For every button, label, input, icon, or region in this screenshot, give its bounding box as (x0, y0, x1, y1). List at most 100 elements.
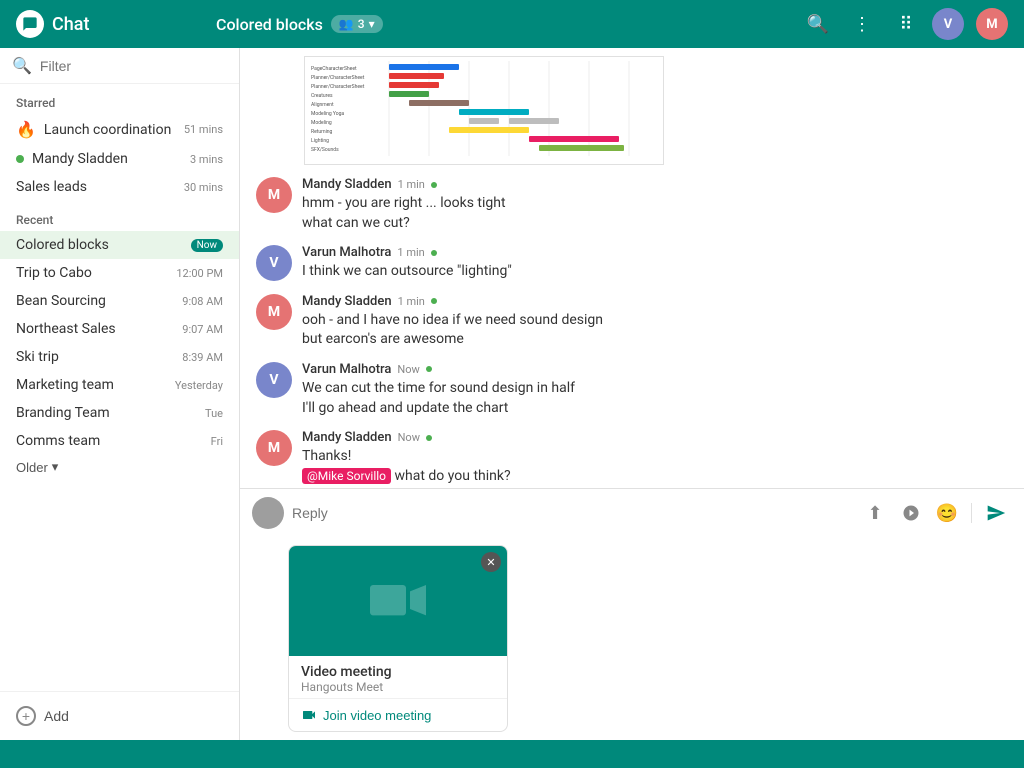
user-avatar[interactable]: M (976, 8, 1008, 40)
mandy-time: 3 mins (190, 153, 223, 166)
gantt-svg: PageCharacterSheet Planner/CharacterShee… (309, 61, 667, 156)
filter-input[interactable] (40, 58, 227, 74)
message-time-4: Now (397, 363, 419, 376)
attach-button[interactable]: ⬆ (859, 497, 891, 529)
sidebar-item-ski[interactable]: Ski trip 8:39 AM (0, 343, 239, 371)
chat-messages: PageCharacterSheet Planner/CharacterShee… (240, 48, 1024, 488)
send-button[interactable] (980, 497, 1012, 529)
sidebar: 🔍 Starred 🔥 Launch coordination 51 mins … (0, 48, 240, 740)
mandy-online-dot (16, 155, 24, 163)
chat-area: PageCharacterSheet Planner/CharacterShee… (240, 48, 1024, 740)
message-text-3b: but earcon's are awesome (302, 330, 1008, 350)
sidebar-item-marketing[interactable]: Marketing team Yesterday (0, 371, 239, 399)
reply-user-avatar (252, 497, 284, 529)
sidebar-item-bean[interactable]: Bean Sourcing 9:08 AM (0, 287, 239, 315)
apps-button[interactable]: ⠿ (888, 6, 924, 42)
video-thumbnail: ✕ (289, 546, 507, 656)
sidebar-item-branding[interactable]: Branding Team Tue (0, 399, 239, 427)
message-text-5a: Thanks! (302, 447, 1008, 467)
online-dot-2 (431, 250, 437, 256)
sidebar-item-launch[interactable]: 🔥 Launch coordination 51 mins (0, 114, 239, 145)
more-options-button[interactable]: ⋮ (844, 6, 880, 42)
video-close-button[interactable]: ✕ (481, 552, 501, 572)
svg-text:Alignment: Alignment (311, 102, 334, 108)
message-time-1: 1 min (398, 178, 425, 191)
message-time-5: Now (398, 431, 420, 444)
video-meeting-card: ✕ Video meeting Hangouts Meet Join video… (288, 545, 508, 732)
online-dot-4 (426, 366, 432, 372)
top-bar: Chat Colored blocks 👥 3 ▾ 🔍 ⋮ ⠿ V M (0, 0, 1024, 48)
video-icon (366, 569, 430, 633)
gif-button[interactable] (895, 497, 927, 529)
room-name: Colored blocks (216, 15, 323, 34)
sidebar-item-comms[interactable]: Comms team Fri (0, 427, 239, 455)
join-video-label: Join video meeting (323, 708, 431, 723)
reply-input[interactable] (292, 505, 851, 521)
message-text-1a: hmm - you are right ... looks tight (302, 194, 1008, 214)
mention-tag: @Mike Sorvillo (302, 468, 391, 484)
members-badge[interactable]: 👥 3 ▾ (331, 15, 383, 33)
launch-name: Launch coordination (44, 122, 171, 138)
message-time-2: 1 min (397, 246, 424, 259)
gantt-chart: PageCharacterSheet Planner/CharacterShee… (304, 56, 1008, 165)
online-dot-1 (431, 182, 437, 188)
message-mandy-2: M Mandy Sladden 1 min ooh - and I have n… (256, 294, 1008, 350)
account-avatar[interactable]: V (932, 8, 964, 40)
room-header: Colored blocks 👥 3 ▾ (216, 15, 800, 34)
mandy-name: Mandy Sladden (32, 151, 128, 167)
svg-text:SFX/Sounds: SFX/Sounds (311, 147, 339, 153)
sidebar-item-cabo[interactable]: Trip to Cabo 12:00 PM (0, 259, 239, 287)
colored-badge: Now (191, 239, 223, 252)
colored-name: Colored blocks (16, 237, 109, 253)
author-name-4: Varun Malhotra (302, 362, 391, 377)
sidebar-item-mandy[interactable]: Mandy Sladden 3 mins (0, 145, 239, 173)
message-content-3: Mandy Sladden 1 min ooh - and I have no … (302, 294, 1008, 350)
mandy-avatar-1: M (256, 177, 292, 213)
app-title: Chat (52, 14, 89, 35)
emoji-button[interactable]: 😊 (931, 497, 963, 529)
add-label: Add (44, 708, 69, 724)
message-text-3a: ooh - and I have no idea if we need soun… (302, 311, 1008, 331)
message-text-2: I think we can outsource "lighting" (302, 262, 1008, 282)
svg-text:Lighting: Lighting (311, 138, 329, 144)
message-time-3: 1 min (398, 295, 425, 308)
recent-section-label: Recent (0, 201, 239, 231)
sidebar-item-colored[interactable]: Colored blocks Now (0, 231, 239, 259)
starred-section-label: Starred (0, 84, 239, 114)
older-button[interactable]: Older ▾ (16, 459, 58, 475)
reply-divider (971, 503, 972, 523)
author-name-1: Mandy Sladden (302, 177, 392, 192)
message-varun-2: V Varun Malhotra Now We can cut the time… (256, 362, 1008, 418)
launch-icon: 🔥 (16, 120, 36, 139)
message-text-4b: I'll go ahead and update the chart (302, 399, 1008, 419)
app-logo: Chat (16, 10, 216, 38)
svg-text:Returning: Returning (311, 129, 333, 135)
message-content-2: Varun Malhotra 1 min I think we can outs… (302, 245, 1008, 282)
message-varun-1: V Varun Malhotra 1 min I think we can ou… (256, 245, 1008, 282)
older-section: Older ▾ (0, 455, 239, 479)
bottom-bar (0, 740, 1024, 768)
reply-box: ⬆ 😊 (240, 488, 1024, 537)
svg-text:Planner/CharacterSheet: Planner/CharacterSheet (311, 84, 365, 90)
sidebar-item-sales[interactable]: Sales leads 30 mins (0, 173, 239, 201)
author-name-5: Mandy Sladden (302, 430, 392, 445)
top-bar-actions: 🔍 ⋮ ⠿ V M (800, 6, 1008, 42)
search-button[interactable]: 🔍 (800, 6, 836, 42)
sidebar-item-northeast[interactable]: Northeast Sales 9:07 AM (0, 315, 239, 343)
video-info: Video meeting Hangouts Meet (289, 656, 507, 698)
sales-time: 30 mins (184, 181, 223, 194)
mention-suffix: what do you think? (395, 468, 511, 484)
add-icon: + (16, 706, 36, 726)
mandy-avatar-2: M (256, 294, 292, 330)
add-button[interactable]: + Add (16, 700, 69, 732)
message-text-5b: @Mike Sorvillo what do you think? (302, 467, 1008, 487)
join-video-button[interactable]: Join video meeting (289, 698, 507, 731)
varun-avatar-2: V (256, 362, 292, 398)
members-icon: 👥 (339, 17, 354, 31)
varun-avatar-1: V (256, 245, 292, 281)
sidebar-search: 🔍 (0, 48, 239, 84)
reply-actions: ⬆ 😊 (859, 497, 1012, 529)
online-dot-3 (431, 298, 437, 304)
older-label: Older (16, 460, 48, 475)
older-chevron: ▾ (52, 459, 59, 475)
